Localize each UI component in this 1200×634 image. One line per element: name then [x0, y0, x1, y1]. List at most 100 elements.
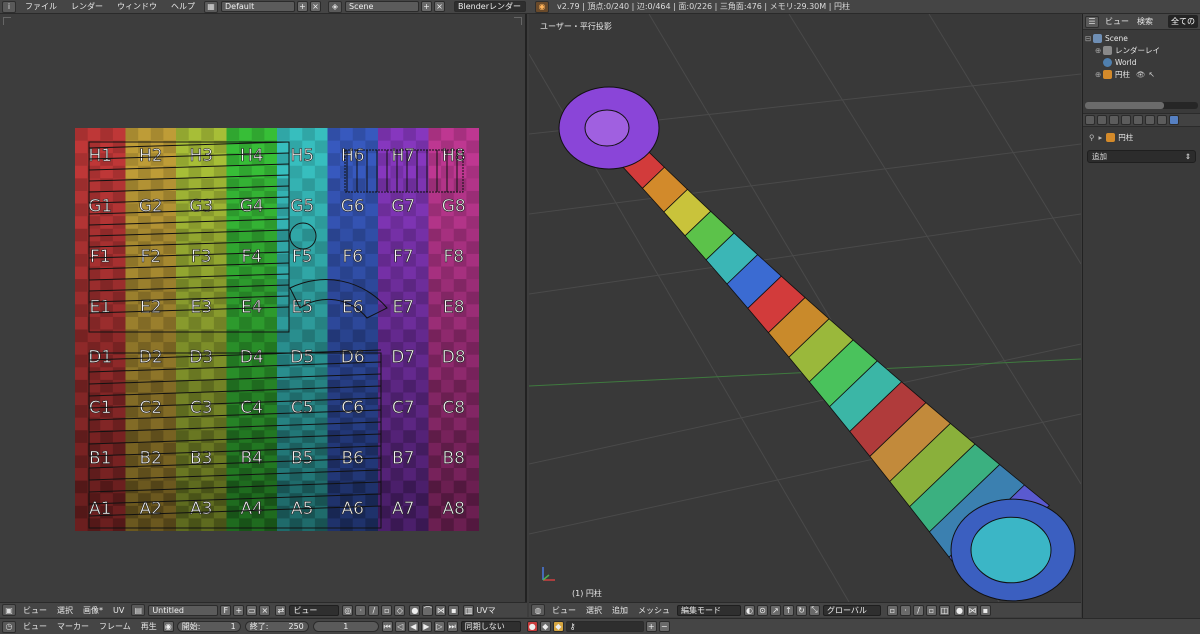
unlink-image-button[interactable]: ×	[259, 604, 271, 616]
view3d-menu-select[interactable]: 選択	[581, 605, 607, 616]
bat-end-inner[interactable]	[970, 516, 1052, 584]
uv-image-editor[interactable]: H1 H2 H3 H4 H5 H6 H7 H8 G1 G2 G3 G4 G5 G6 G7 G8 F1 F2 F3 F4…	[0, 14, 527, 602]
vertex-mode-icon[interactable]: ·	[900, 604, 911, 616]
uv-menu-view[interactable]: ビュー	[18, 605, 52, 616]
new-image-button[interactable]: +	[233, 604, 245, 616]
timeline-type-icon[interactable]: ◷	[2, 620, 16, 633]
fake-user-button[interactable]: F	[220, 604, 232, 616]
outliner-item-render-layers[interactable]: ⊕ レンダーレイ	[1085, 44, 1200, 56]
play-reverse-icon[interactable]: ◀	[407, 621, 419, 632]
collapse-icon[interactable]: ⊟	[1085, 34, 1093, 43]
eye-icon[interactable]: 👁	[1136, 70, 1146, 79]
outliner-scrollbar[interactable]	[1085, 102, 1198, 109]
timeline-menu-frame[interactable]: フレーム	[94, 621, 136, 632]
pin-icon[interactable]: ⚲	[1089, 133, 1095, 142]
area-corner-grip[interactable]	[514, 17, 522, 25]
timeline-menu-playback[interactable]: 再生	[136, 621, 162, 632]
render-layers-tab-icon[interactable]	[1097, 115, 1107, 125]
area-corner-grip[interactable]	[3, 17, 11, 25]
scene-tab-icon[interactable]	[1109, 115, 1119, 125]
outliner-menu-view[interactable]: ビュー	[1101, 16, 1133, 27]
start-frame-field[interactable]: 開始: 1	[176, 621, 241, 632]
jump-prev-key-icon[interactable]: ◁	[394, 621, 406, 632]
add-scene-button[interactable]: +	[421, 1, 432, 12]
delete-keyframe-icon[interactable]: −	[658, 621, 670, 632]
cursor-select-icon[interactable]: ↖	[1149, 70, 1155, 79]
sync-selection-button[interactable]: ⇄	[275, 604, 287, 616]
jump-end-icon[interactable]: ⏭	[446, 621, 458, 632]
falloff-icon[interactable]: ⌒	[422, 604, 434, 616]
snap-icon[interactable]: ⋈	[967, 604, 978, 616]
outliner-editor-icon[interactable]: ☰	[1085, 15, 1099, 28]
info-editor-icon[interactable]: i	[2, 0, 16, 13]
edge-select-icon[interactable]: /	[368, 604, 380, 616]
proportional-edit-icon[interactable]: ●	[954, 604, 965, 616]
snap-element-icon[interactable]: ▪	[980, 604, 991, 616]
menu-file[interactable]: ファイル	[18, 1, 64, 12]
keyframe-icon[interactable]: ◆	[552, 621, 564, 632]
uv-menu-image[interactable]: 画像*	[78, 605, 108, 616]
edge-mode-icon[interactable]: /	[913, 604, 924, 616]
outliner-item-cylinder[interactable]: ⊕ 円柱 👁 ↖	[1085, 68, 1200, 80]
pivot-point-icon[interactable]: ⊙	[757, 604, 768, 616]
screen-layout-icon[interactable]: ▦	[204, 0, 218, 13]
expand-icon[interactable]: ⊕	[1095, 70, 1103, 79]
world-tab-icon[interactable]	[1121, 115, 1131, 125]
scene-icon[interactable]: ◈	[328, 0, 342, 13]
menu-help[interactable]: ヘルプ	[164, 1, 202, 12]
manipulator-icon[interactable]: ↗	[770, 604, 781, 616]
face-mode-icon[interactable]: ▫	[926, 604, 937, 616]
current-frame-field[interactable]: 1	[312, 621, 379, 632]
mode-select[interactable]: 編集モード	[677, 604, 741, 616]
pivot-icon[interactable]: ◎	[342, 604, 354, 616]
island-select-icon[interactable]: ◇	[394, 604, 406, 616]
face-select-icon[interactable]: ▫	[381, 604, 393, 616]
timeline-menu-marker[interactable]: マーカー	[52, 621, 94, 632]
viewport-canvas[interactable]	[529, 14, 1081, 602]
xray-icon[interactable]: ◫	[939, 604, 950, 616]
outliner-item-scene[interactable]: ⊟ Scene	[1085, 32, 1200, 44]
bat-knob-inner[interactable]	[584, 109, 630, 147]
screen-layout-field[interactable]: Default	[221, 1, 295, 12]
image-browse-icon[interactable]: ▤	[131, 604, 146, 616]
modifiers-tab-icon[interactable]	[1157, 115, 1167, 125]
keying-set-icon[interactable]: ◆	[539, 621, 551, 632]
3d-view-type-icon[interactable]: ◍	[531, 604, 545, 616]
uv-map-label[interactable]: UVマ	[475, 605, 496, 616]
sync-mode-select[interactable]: 同期しない	[460, 621, 521, 632]
constraints-tab-icon[interactable]	[1145, 115, 1155, 125]
render-tab-icon[interactable]	[1085, 115, 1095, 125]
rotate-icon[interactable]: ↻	[796, 604, 807, 616]
wrench-tab-icon[interactable]	[1169, 115, 1179, 125]
outliner-item-world[interactable]: World	[1085, 56, 1200, 68]
object-tab-icon[interactable]	[1133, 115, 1143, 125]
open-image-button[interactable]: ▭	[246, 604, 258, 616]
uv-menu-uv[interactable]: UV	[108, 606, 129, 615]
render-engine-select[interactable]: Blenderレンダー	[454, 1, 526, 12]
uv-view-dropdown[interactable]: ビュー	[289, 604, 340, 616]
3d-viewport[interactable]: ユーザー・平行投影 (1) 円柱	[529, 14, 1081, 602]
shading-mode-icon[interactable]: ◐	[744, 604, 755, 616]
jump-next-key-icon[interactable]: ▷	[433, 621, 445, 632]
preview-range-icon[interactable]: ◉	[162, 621, 174, 632]
timeline-menu-view[interactable]: ビュー	[18, 621, 52, 632]
uv-menu-select[interactable]: 選択	[52, 605, 78, 616]
view3d-menu-add[interactable]: 追加	[607, 605, 633, 616]
view3d-menu-mesh[interactable]: メッシュ	[633, 605, 675, 616]
menu-render[interactable]: レンダー	[64, 1, 110, 12]
transform-orientation-select[interactable]: グローバル	[823, 604, 881, 616]
image-editor-type-icon[interactable]: ▣	[2, 604, 16, 616]
outliner-menu-search[interactable]: 検索	[1133, 16, 1157, 27]
remove-layout-button[interactable]: ×	[310, 1, 321, 12]
auto-key-icon[interactable]: ●	[526, 621, 538, 632]
baseball-bat-mesh[interactable]	[558, 86, 1076, 602]
image-name-field[interactable]: Untitled	[148, 604, 219, 616]
scale-icon[interactable]: ⤡	[809, 604, 820, 616]
insert-keyframe-icon[interactable]: +	[645, 621, 657, 632]
add-layout-button[interactable]: +	[297, 1, 308, 12]
layer-icon[interactable]: ▫	[887, 604, 898, 616]
add-modifier-dropdown[interactable]: 追加 ⇕	[1087, 150, 1196, 163]
snap-icon[interactable]: ⋈	[435, 604, 447, 616]
expand-icon[interactable]: ⊕	[1095, 46, 1103, 55]
uv-map-icon[interactable]: ▥	[463, 604, 475, 616]
